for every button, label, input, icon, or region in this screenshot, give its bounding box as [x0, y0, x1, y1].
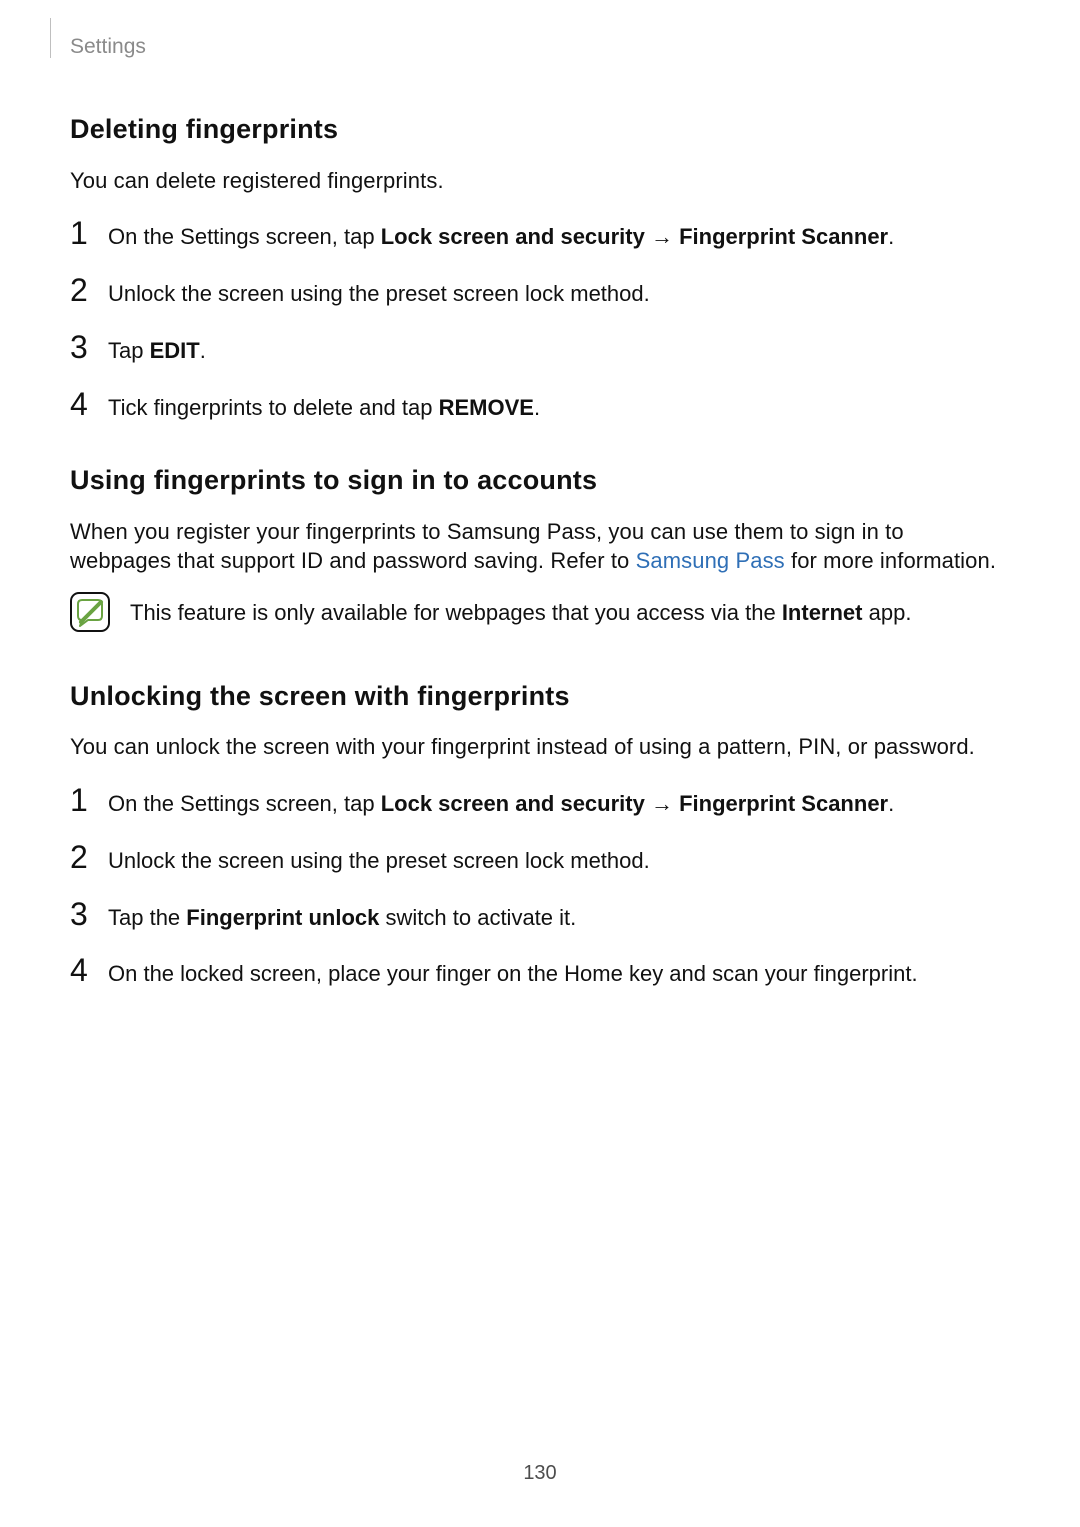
step-number: 3	[70, 331, 94, 363]
heading-unlock: Unlocking the screen with fingerprints	[70, 678, 1010, 714]
arrow-icon: →	[645, 224, 679, 249]
heading-deleting: Deleting fingerprints	[70, 111, 1010, 147]
step-body: On the Settings screen, tap Lock screen …	[108, 220, 1010, 252]
heading-signin: Using fingerprints to sign in to account…	[70, 462, 1010, 498]
bold-text: EDIT	[150, 338, 200, 363]
text: .	[200, 338, 206, 363]
intro-deleting: You can delete registered fingerprints.	[70, 166, 1010, 196]
paragraph-signin: When you register your fingerprints to S…	[70, 517, 1010, 576]
bold-text: Fingerprint unlock	[186, 905, 379, 930]
text: Tap the	[108, 905, 186, 930]
step: 1 On the Settings screen, tap Lock scree…	[70, 784, 1010, 819]
page-number: 130	[0, 1460, 1080, 1487]
step: 2 Unlock the screen using the preset scr…	[70, 841, 1010, 876]
header-divider	[50, 18, 51, 58]
step-body: Unlock the screen using the preset scree…	[108, 277, 1010, 309]
note-icon	[70, 592, 110, 632]
section-signin-fingerprints: Using fingerprints to sign in to account…	[70, 462, 1010, 638]
section-unlock-fingerprints: Unlocking the screen with fingerprints Y…	[70, 678, 1010, 989]
step: 3 Tap EDIT.	[70, 331, 1010, 366]
step-number: 2	[70, 841, 94, 873]
section-deleting-fingerprints: Deleting fingerprints You can delete reg…	[70, 111, 1010, 422]
text: On the Settings screen, tap	[108, 224, 381, 249]
text: app.	[863, 600, 912, 625]
intro-unlock: You can unlock the screen with your fing…	[70, 732, 1010, 762]
step-number: 1	[70, 784, 94, 816]
text: This feature is only available for webpa…	[130, 600, 782, 625]
bold-text: Fingerprint Scanner	[679, 791, 888, 816]
step-body: On the locked screen, place your finger …	[108, 957, 1010, 989]
step: 4 On the locked screen, place your finge…	[70, 954, 1010, 989]
note: This feature is only available for webpa…	[70, 598, 1010, 638]
step-number: 2	[70, 274, 94, 306]
text: .	[534, 395, 540, 420]
step: 3 Tap the Fingerprint unlock switch to a…	[70, 898, 1010, 933]
step-body: Tap the Fingerprint unlock switch to act…	[108, 901, 1010, 933]
step-body: Unlock the screen using the preset scree…	[108, 844, 1010, 876]
text: .	[888, 791, 894, 816]
bold-text: Lock screen and security	[381, 224, 645, 249]
text: Tap	[108, 338, 150, 363]
bold-text: Lock screen and security	[381, 791, 645, 816]
text: for more information.	[785, 548, 996, 573]
text: On the Settings screen, tap	[108, 791, 381, 816]
step-number: 4	[70, 954, 94, 986]
link-samsung-pass[interactable]: Samsung Pass	[636, 548, 785, 573]
breadcrumb: Settings	[70, 33, 1010, 61]
step-body: Tick fingerprints to delete and tap REMO…	[108, 391, 1010, 423]
text: switch to activate it.	[379, 905, 576, 930]
bold-text: Internet	[782, 600, 863, 625]
step-body: On the Settings screen, tap Lock screen …	[108, 787, 1010, 819]
bold-text: REMOVE	[439, 395, 534, 420]
text: .	[888, 224, 894, 249]
arrow-icon: →	[645, 791, 679, 816]
step-number: 4	[70, 388, 94, 420]
step-number: 3	[70, 898, 94, 930]
step: 4 Tick fingerprints to delete and tap RE…	[70, 388, 1010, 423]
step: 2 Unlock the screen using the preset scr…	[70, 274, 1010, 309]
step-number: 1	[70, 217, 94, 249]
bold-text: Fingerprint Scanner	[679, 224, 888, 249]
text: Tick fingerprints to delete and tap	[108, 395, 439, 420]
step-body: Tap EDIT.	[108, 334, 1010, 366]
note-text: This feature is only available for webpa…	[130, 598, 1010, 628]
step: 1 On the Settings screen, tap Lock scree…	[70, 217, 1010, 252]
